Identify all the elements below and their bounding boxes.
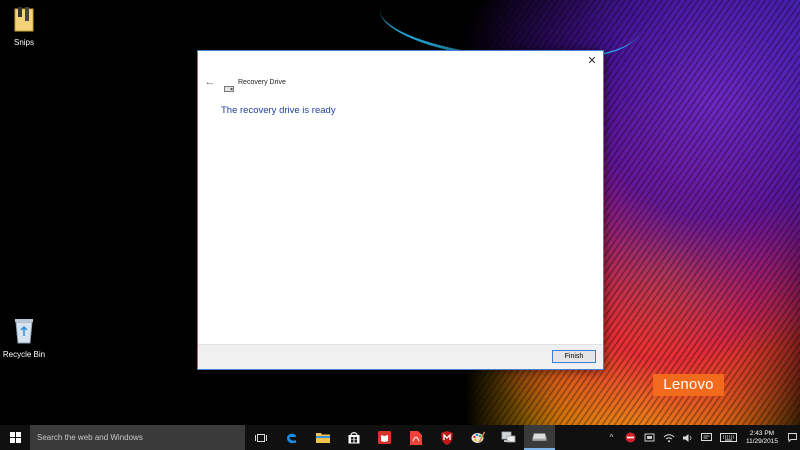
wifi-icon[interactable] xyxy=(659,425,678,450)
volume-icon[interactable] xyxy=(678,425,697,450)
taskbar-mcafee[interactable] xyxy=(431,425,462,450)
taskbar-store[interactable] xyxy=(338,425,369,450)
tray-chevron-up-icon[interactable]: ^ xyxy=(602,425,621,450)
task-view-icon xyxy=(254,433,267,442)
notifications-button[interactable] xyxy=(784,425,800,450)
search-input[interactable]: Search the web and Windows xyxy=(30,425,245,450)
clock-time: 2:43 PM xyxy=(749,429,775,437)
computer-icon xyxy=(501,431,516,443)
drive-icon xyxy=(532,432,547,441)
taskbar-network-app[interactable] xyxy=(493,425,524,450)
taskbar-file-explorer[interactable] xyxy=(307,425,338,450)
system-tray: ^ 2:43 PM 11/29/2015 xyxy=(602,425,800,450)
folder-icon xyxy=(315,433,330,443)
store-icon xyxy=(348,432,359,444)
taskbar-red-app[interactable] xyxy=(369,425,400,450)
desktop-icon-recycle-bin[interactable]: Recycle Bin xyxy=(0,316,48,359)
edge-icon xyxy=(287,433,296,444)
folder-icon xyxy=(0,6,48,34)
book-icon xyxy=(378,431,391,444)
desktop-icon-label: Snips xyxy=(13,38,34,47)
status-heading: The recovery drive is ready xyxy=(221,105,336,116)
recovery-drive-dialog: ✕ ← Recovery Drive The recovery drive is… xyxy=(197,50,604,370)
back-button[interactable]: ← xyxy=(200,73,220,91)
recycle-bin-icon xyxy=(0,316,48,346)
shield-icon xyxy=(440,430,453,445)
pdf-icon xyxy=(409,430,422,445)
taskbar-edge[interactable] xyxy=(276,425,307,450)
paint-icon xyxy=(471,431,485,444)
desktop-icon-label: Recycle Bin xyxy=(2,350,46,359)
clock-date: 11/29/2015 xyxy=(745,437,779,445)
taskbar-paint[interactable] xyxy=(462,425,493,450)
clock[interactable]: 2:43 PM 11/29/2015 xyxy=(740,430,784,446)
lenovo-logo: Lenovo xyxy=(653,374,724,396)
task-view-button[interactable] xyxy=(245,425,276,450)
dialog-content: The recovery drive is ready xyxy=(198,93,603,345)
taskbar-acrobat[interactable] xyxy=(400,425,431,450)
drive-icon xyxy=(224,79,234,92)
close-button[interactable]: ✕ xyxy=(581,51,603,71)
titlebar: ✕ xyxy=(198,51,603,71)
taskbar-recovery-drive[interactable] xyxy=(524,425,555,450)
wizard-nav-bar: ← Recovery Drive xyxy=(198,71,603,93)
taskbar: Search the web and Windows ^ 2:43 PM 11/… xyxy=(0,425,800,450)
tray-app-icon[interactable] xyxy=(640,425,659,450)
desktop-icon-snips[interactable]: Snips xyxy=(0,6,48,47)
tray-security-icon[interactable] xyxy=(621,425,640,450)
start-button[interactable] xyxy=(0,425,30,450)
windows-icon xyxy=(9,432,21,443)
action-center-tray-icon[interactable] xyxy=(697,425,716,450)
notification-icon xyxy=(787,433,797,442)
wizard-title: Recovery Drive xyxy=(238,78,286,86)
keyboard-icon[interactable] xyxy=(716,425,740,450)
finish-button[interactable]: Finish xyxy=(552,350,596,363)
dialog-footer: Finish xyxy=(198,344,603,369)
